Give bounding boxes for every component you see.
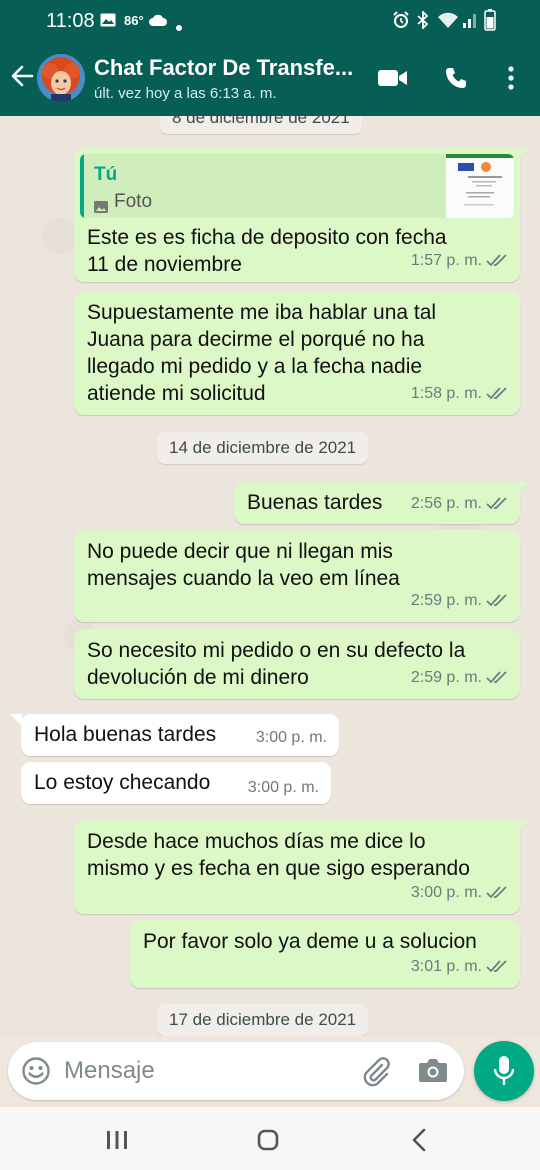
message-line: So necesito mi pedido o en su defecto la: [87, 639, 466, 662]
quote-thumbnail: [446, 154, 514, 218]
chat-title[interactable]: Chat Factor De Transfe...: [94, 55, 364, 81]
recent-apps-icon[interactable]: [106, 1130, 128, 1155]
message-text: Hola buenas tardes: [34, 723, 217, 746]
message-line: Este es es ficha de deposito con fecha: [87, 226, 447, 249]
message-text: No puede decir que ni llegan mis mensaje…: [87, 538, 400, 592]
bluetooth-icon: [417, 9, 429, 34]
message-text: Supuestamente me iba hablar una tal Juan…: [87, 299, 436, 407]
back-nav-icon[interactable]: [411, 1128, 427, 1157]
message-meta: 2:59 p. m.: [411, 664, 508, 693]
message-line: Desde hace muchos días me dice lo: [87, 830, 426, 853]
home-icon[interactable]: [257, 1129, 279, 1156]
contact-avatar[interactable]: [37, 54, 85, 102]
message-line: devolución de mi dinero: [87, 666, 309, 689]
message-text: Por favor solo ya deme u a solucion: [143, 930, 477, 953]
read-ticks-icon: [486, 492, 508, 519]
message-meta: 1:57 p. m.: [411, 247, 508, 276]
quote-type: Foto: [114, 191, 153, 212]
message-time: 2:59 p. m.: [410, 669, 482, 686]
read-ticks-icon: [486, 249, 508, 276]
back-arrow-icon[interactable]: [10, 64, 34, 93]
bubble-tail: [516, 482, 528, 494]
quote-author: Tú: [94, 164, 118, 185]
status-bar: 11:08 86°: [0, 0, 540, 42]
message-text: So necesito mi pedido o en su defecto la…: [87, 637, 465, 691]
chat-header: Chat Factor De Transfe... últ. vez hoy a…: [0, 42, 540, 116]
message-time: 2:56 p. m.: [410, 495, 482, 512]
read-ticks-icon: [486, 589, 508, 616]
message-text: Lo estoy checando: [34, 771, 211, 794]
message-meta: 3:01 p. m.: [411, 953, 508, 982]
read-ticks-icon: [486, 955, 508, 982]
status-time: 11:08: [46, 10, 95, 32]
message-bubble[interactable]: No puede decir que ni llegan mis mensaje…: [74, 530, 520, 622]
read-ticks-icon: [486, 382, 508, 409]
message-input[interactable]: Mensaje: [64, 1057, 155, 1085]
message-bubble[interactable]: Buenas tardes 2:56 p. m.: [234, 482, 520, 524]
message-line: mensajes cuando la veo em línea: [87, 567, 400, 590]
video-call-icon[interactable]: [378, 68, 408, 93]
temperature: 86°: [124, 13, 144, 28]
message-line: mismo y es fecha en que sigo esperando: [87, 857, 470, 880]
mic-icon: [493, 1055, 515, 1092]
date-separator: 8 de diciembre de 2021: [160, 116, 362, 134]
attach-icon[interactable]: [360, 1055, 392, 1092]
read-ticks-icon: [486, 666, 508, 693]
mic-button[interactable]: [474, 1041, 534, 1101]
read-ticks-icon: [486, 881, 508, 908]
signal-icon: [462, 11, 478, 34]
chat-messages[interactable]: 8 de diciembre de 2021 Tú Foto Este es e…: [0, 116, 540, 1036]
photo-icon: [94, 193, 108, 218]
more-options-icon[interactable]: [508, 66, 514, 95]
message-bubble[interactable]: So necesito mi pedido o en su defecto la…: [74, 629, 520, 699]
system-nav-bar: [0, 1107, 540, 1170]
message-time: 1:57 p. m.: [410, 252, 482, 269]
message-text: Buenas tardes: [247, 491, 383, 514]
battery-icon: [484, 9, 496, 36]
message-bubble[interactable]: Tú Foto Este es es ficha de deposito con…: [74, 148, 520, 282]
date-separator: 17 de diciembre de 2021: [157, 1004, 369, 1036]
bubble-tail: [516, 148, 528, 160]
message-text: Desde hace muchos días me dice lo mismo …: [87, 828, 470, 882]
alarm-icon: [392, 11, 410, 34]
message-composer[interactable]: Mensaje: [8, 1042, 464, 1100]
message-bubble[interactable]: Supuestamente me iba hablar una tal Juan…: [74, 291, 520, 415]
message-bubble[interactable]: Hola buenas tardes 3:00 p. m.: [21, 714, 339, 756]
message-meta: 1:58 p. m.: [411, 380, 508, 409]
message-time: 1:58 p. m.: [410, 385, 482, 402]
message-time: 3:01 p. m.: [410, 958, 482, 975]
message-time: 3:00 p. m.: [410, 884, 482, 901]
message-meta: 2:56 p. m.: [411, 490, 508, 519]
message-time: 3:00 p. m.: [247, 779, 319, 796]
wifi-icon: [437, 11, 459, 34]
message-time: 2:59 p. m.: [410, 592, 482, 609]
phone-call-icon[interactable]: [444, 66, 468, 95]
message-line: Supuestamente me iba hablar una tal: [87, 301, 437, 324]
message-text: Este es es ficha de deposito con fecha 1…: [87, 224, 447, 278]
date-separator: 14 de diciembre de 2021: [157, 432, 369, 464]
message-line: No puede decir que ni llegan mis: [87, 540, 393, 563]
emoji-icon[interactable]: [21, 1056, 51, 1091]
camera-icon[interactable]: [418, 1057, 448, 1088]
message-line: Juana para decirme el porqué no ha: [87, 328, 425, 351]
reply-quote[interactable]: Tú Foto: [80, 154, 514, 218]
message-bubble[interactable]: Por favor solo ya deme u a solucion 3:01…: [130, 920, 520, 988]
quote-bar: [80, 154, 84, 218]
last-seen-status: últ. vez hoy a las 6:13 a. m.: [94, 85, 277, 102]
message-meta: 3:00 p. m.: [411, 879, 508, 908]
bubble-tail: [10, 714, 22, 726]
bubble-tail: [516, 820, 528, 832]
cloud-icon: [148, 13, 168, 32]
message-line: atiende mi solicitud: [87, 382, 266, 405]
message-bubble[interactable]: Lo estoy checando 3:00 p. m.: [21, 762, 331, 804]
message-bubble[interactable]: Desde hace muchos días me dice lo mismo …: [74, 820, 520, 914]
message-time: 3:00 p. m.: [255, 729, 327, 746]
message-line: llegado mi pedido y a la fecha nadie: [87, 355, 423, 378]
message-meta: 2:59 p. m.: [411, 587, 508, 616]
dot-icon: [176, 18, 182, 36]
message-line: 11 de noviembre: [87, 253, 242, 276]
gallery-icon: [100, 13, 116, 32]
